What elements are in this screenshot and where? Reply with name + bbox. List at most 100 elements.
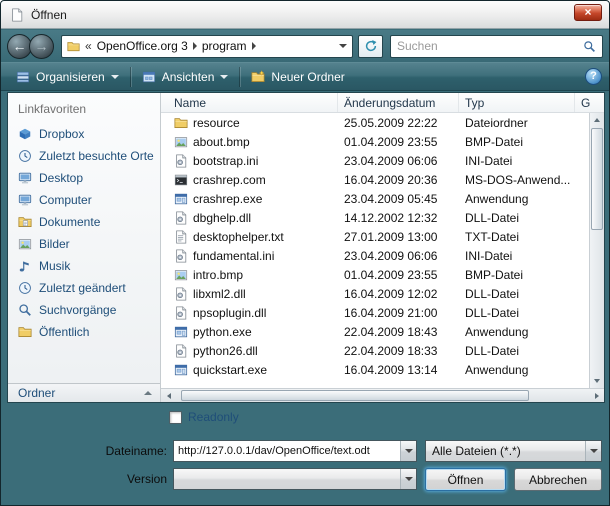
recent-places-icon [18,149,32,163]
readonly-row: Readonly [169,410,239,424]
sidebar-item-searches[interactable]: Suchvorgänge [8,299,160,321]
window-title: Öffnen [31,8,67,22]
scroll-down-button[interactable] [590,374,604,388]
version-label: Version [57,472,167,486]
sidebar-item-computer[interactable]: Computer [8,189,160,211]
readonly-checkbox[interactable] [169,411,182,424]
cancel-button[interactable]: Abbrechen [514,468,602,491]
vertical-scrollbar-thumb[interactable] [591,128,603,230]
help-button[interactable]: ? [585,68,602,85]
breadcrumb-item[interactable]: OpenOffice.org 3 [97,39,188,53]
table-row[interactable]: quickstart.exe 16.04.2009 13:14 Anwendun… [161,360,604,379]
table-row[interactable]: python.exe 22.04.2009 18:43 Anwendung [161,322,604,341]
views-button[interactable]: Ansichten [134,65,237,88]
organize-icon [16,70,30,84]
image-file-icon [174,268,188,282]
config-file-icon [174,154,188,168]
organize-button[interactable]: Organisieren [8,65,127,88]
table-row[interactable]: intro.bmp 01.04.2009 23:55 BMP-Datei [161,265,604,284]
window-icon [10,8,24,22]
chevron-down-icon [405,477,413,481]
scroll-up-button[interactable] [590,113,604,127]
application-icon [174,192,188,206]
toolbar-separator [130,67,131,87]
filename-dropdown-button[interactable] [400,441,416,461]
chevron-down-icon [220,75,228,79]
folder-icon [174,116,188,130]
chevron-up-icon [144,391,152,395]
sidebar-item-public[interactable]: Öffentlich [8,321,160,343]
new-folder-icon [251,70,265,84]
table-row[interactable]: python26.dll 22.04.2009 18:33 DLL-Datei [161,341,604,360]
image-file-icon [174,135,188,149]
horizontal-scrollbar[interactable] [161,388,604,402]
table-row[interactable]: npsoplugin.dll 16.04.2009 21:00 DLL-Date… [161,303,604,322]
column-header-name[interactable]: Name [161,93,338,112]
sidebar-item-documents[interactable]: Dokumente [8,211,160,233]
table-row[interactable]: bootstrap.ini 23.04.2009 06:06 INI-Datei [161,151,604,170]
sidebar-item-recently-changed[interactable]: Zuletzt geändert [8,277,160,299]
version-select[interactable] [173,468,417,490]
recently-changed-icon [18,281,32,295]
sidebar-item-music[interactable]: Musik [8,255,160,277]
refresh-button[interactable] [358,35,383,58]
dropbox-icon [18,127,32,141]
new-folder-button[interactable]: Neuer Ordner [243,65,352,88]
dll-file-icon [174,287,188,301]
sidebar-item-dropbox[interactable]: Dropbox [8,123,160,145]
scroll-right-button[interactable] [589,389,604,402]
filename-input[interactable] [174,445,400,457]
breadcrumb-separator-icon[interactable] [193,42,197,50]
table-row[interactable]: fundamental.ini 23.04.2009 06:06 INI-Dat… [161,246,604,265]
version-dropdown-button[interactable] [400,469,416,489]
file-rows: resource 25.05.2009 22:22 Dateiordner ab… [161,113,604,388]
table-row[interactable]: desktophelper.txt 27.01.2009 13:00 TXT-D… [161,227,604,246]
chevron-down-icon [590,449,598,453]
dll-file-icon [174,344,188,358]
table-row[interactable]: resource 25.05.2009 22:22 Dateiordner [161,113,604,132]
sidebar-item-pictures[interactable]: Bilder [8,233,160,255]
table-row[interactable]: crashrep.com 16.04.2009 20:36 MS-DOS-Anw… [161,170,604,189]
dll-file-icon [174,306,188,320]
main-content: Linkfavoriten Dropbox Zuletzt besuchte O… [7,92,605,403]
application-icon [174,363,188,377]
readonly-label[interactable]: Readonly [188,410,239,424]
chevron-down-icon [405,449,413,453]
filetype-select[interactable]: Alle Dateien (*.*) [425,440,602,462]
table-row[interactable]: about.bmp 01.04.2009 23:55 BMP-Datei [161,132,604,151]
sidebar-item-recent-places[interactable]: Zuletzt besuchte Orte [8,145,160,167]
open-button[interactable]: Öffnen [425,468,506,491]
address-dropdown-icon[interactable] [339,44,347,48]
table-row[interactable]: dbghelp.dll 14.12.2002 12:32 DLL-Datei [161,208,604,227]
search-box[interactable] [390,35,603,58]
column-header-size[interactable]: G [575,93,604,112]
sidebar-item-desktop[interactable]: Desktop [8,167,160,189]
views-icon [142,70,156,84]
forward-button[interactable]: → [29,34,54,59]
dll-file-icon [174,211,188,225]
column-header-type[interactable]: Typ [459,93,575,112]
scroll-left-button[interactable] [161,389,176,402]
folders-expander[interactable]: Ordner [8,383,160,402]
breadcrumb-overflow[interactable]: « [85,39,92,53]
breadcrumb-separator-icon[interactable] [252,42,256,50]
address-bar[interactable]: « OpenOffice.org 3 program [61,35,353,58]
close-button[interactable]: × [574,4,602,21]
search-input[interactable] [397,39,579,53]
toolbar-separator [239,67,240,87]
pictures-icon [18,237,32,251]
column-header-date[interactable]: Änderungsdatum [338,93,459,112]
table-row[interactable]: crashrep.exe 23.04.2009 05:45 Anwendung [161,189,604,208]
command-toolbar: Organisieren Ansichten Neuer Ordner ? [1,62,609,91]
table-row[interactable]: libxml2.dll 16.04.2009 12:02 DLL-Datei [161,284,604,303]
triangle-up-icon [594,118,600,122]
filetype-dropdown-button[interactable] [585,441,601,461]
horizontal-scrollbar-thumb[interactable] [181,390,529,401]
favorites-sidebar: Linkfavoriten Dropbox Zuletzt besuchte O… [8,93,161,402]
chevron-down-icon [111,75,119,79]
vertical-scrollbar[interactable] [589,113,604,388]
breadcrumb-item[interactable]: program [202,39,247,53]
filename-label: Dateiname: [57,444,167,458]
triangle-right-icon [595,393,599,399]
file-list: Name Änderungsdatum Typ G resource 25.05… [161,93,604,402]
